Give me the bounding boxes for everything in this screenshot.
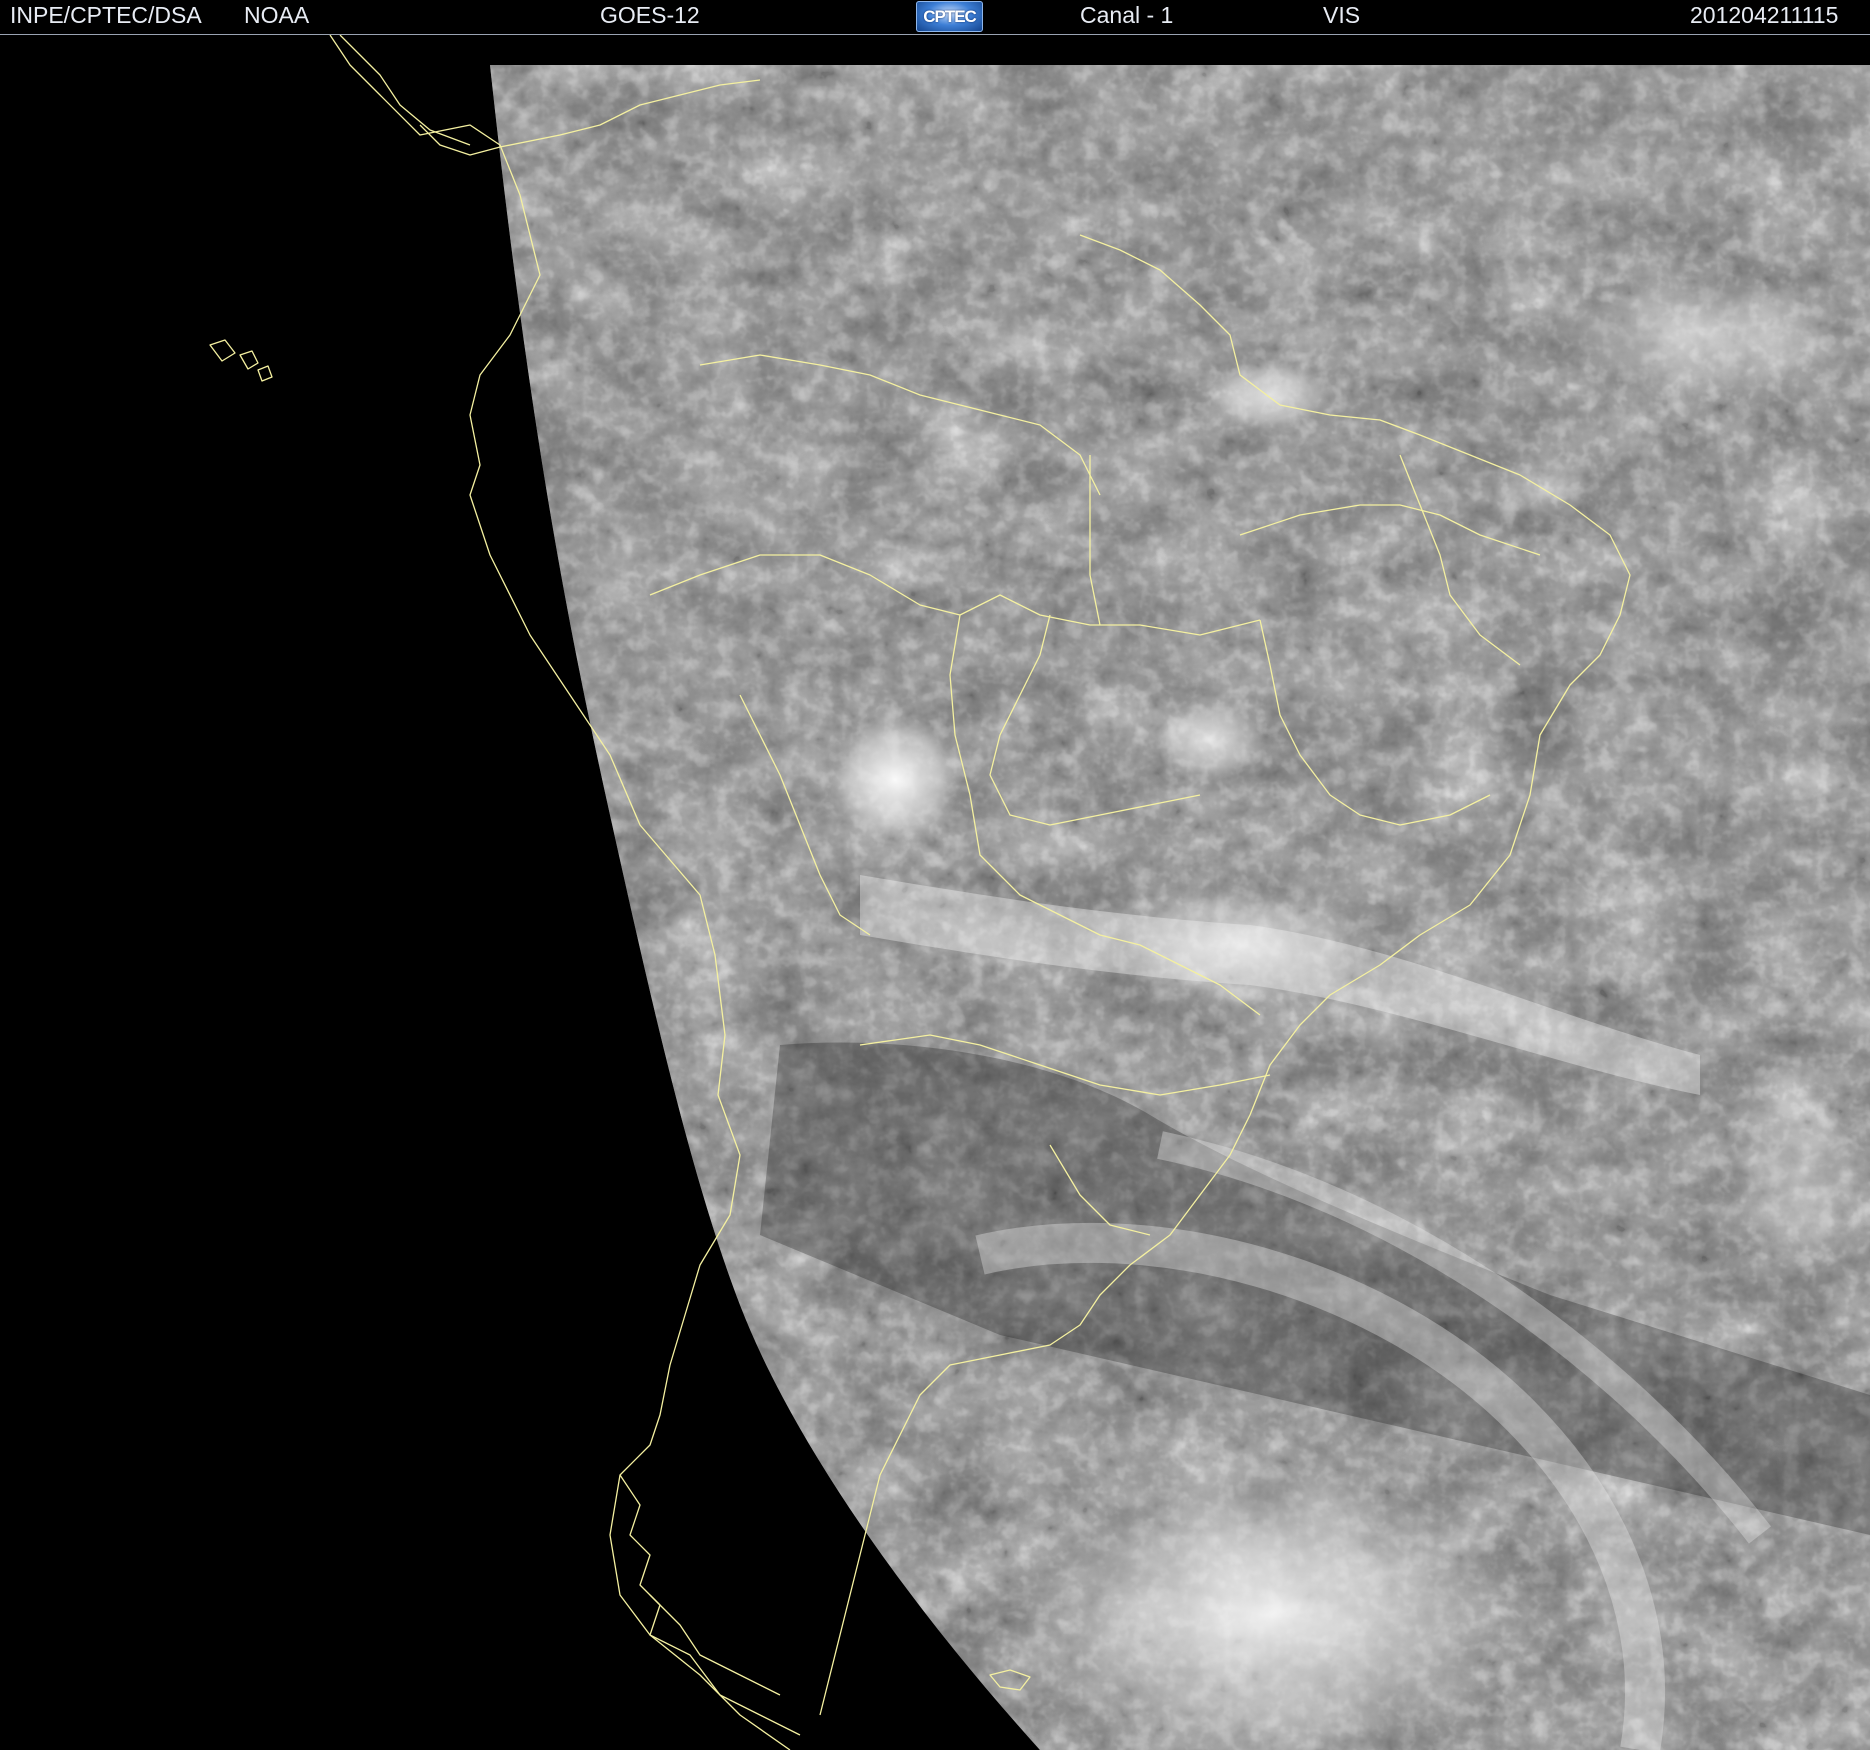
cptec-logo-text: CPTEC: [923, 6, 977, 26]
satellite-scene: [0, 35, 1870, 1750]
cptec-logo: CPTEC: [916, 1, 983, 32]
convective-cloud-cell: [830, 715, 960, 845]
image-header-bar: INPE/CPTEC/DSA NOAA GOES-12 CPTEC Canal …: [0, 0, 1870, 35]
channel-label: Canal - 1: [1080, 2, 1174, 28]
satellite-label: GOES-12: [600, 2, 700, 28]
band-label: VIS: [1323, 2, 1361, 28]
timestamp-label: 201204211115: [1690, 2, 1839, 28]
satellite-image: [0, 35, 1870, 1750]
agency-label: INPE/CPTEC/DSA: [10, 2, 202, 28]
source-label: NOAA: [244, 2, 310, 28]
